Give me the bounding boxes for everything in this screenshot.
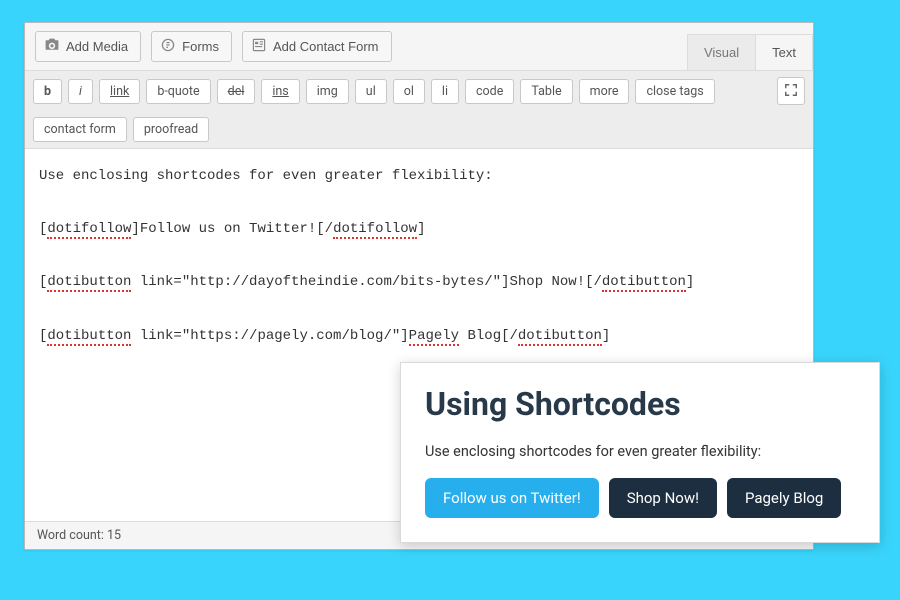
forms-icon — [160, 37, 176, 56]
qt-del-button[interactable]: del — [217, 79, 256, 104]
add-media-button[interactable]: Add Media — [35, 31, 141, 62]
qt-proofread-button[interactable]: proofread — [133, 117, 209, 142]
editor-mode-tabs: Visual Text — [687, 23, 813, 70]
shop-now-button[interactable]: Shop Now! — [609, 478, 717, 518]
qt-bquote-button[interactable]: b-quote — [146, 79, 210, 104]
add-contact-form-button[interactable]: Add Contact Form — [242, 31, 392, 62]
qt-more-button[interactable]: more — [579, 79, 630, 104]
forms-label: Forms — [182, 39, 219, 54]
follow-twitter-button[interactable]: Follow us on Twitter! — [425, 478, 599, 518]
pagely-blog-button[interactable]: Pagely Blog — [727, 478, 841, 518]
add-contact-form-label: Add Contact Form — [273, 39, 379, 54]
quicktags-toolbar: b i link b-quote del ins img ul ol li co… — [25, 71, 813, 149]
qt-close-tags-button[interactable]: close tags — [635, 79, 714, 104]
camera-music-icon — [44, 37, 60, 56]
fullscreen-icon — [784, 83, 798, 100]
qt-bold-button[interactable]: b — [33, 79, 62, 104]
editor-top-bar: Add Media Forms Add Contact Form Visual … — [25, 23, 813, 71]
tab-text[interactable]: Text — [756, 34, 813, 70]
preview-lead: Use enclosing shortcodes for even greate… — [425, 443, 855, 460]
qt-italic-button[interactable]: i — [68, 79, 93, 104]
tab-visual[interactable]: Visual — [687, 34, 756, 70]
qt-ol-button[interactable]: ol — [393, 79, 425, 104]
preview-button-row: Follow us on Twitter! Shop Now! Pagely B… — [425, 478, 855, 518]
word-count-label: Word count: — [37, 528, 107, 543]
contact-form-icon — [251, 37, 267, 56]
qt-li-button[interactable]: li — [431, 79, 459, 104]
qt-ul-button[interactable]: ul — [355, 79, 387, 104]
word-count-value: 15 — [107, 528, 121, 543]
qt-code-button[interactable]: code — [465, 79, 514, 104]
qt-link-button[interactable]: link — [99, 79, 140, 104]
qt-table-button[interactable]: Table — [520, 79, 572, 104]
qt-ins-button[interactable]: ins — [261, 79, 299, 104]
add-media-label: Add Media — [66, 39, 128, 54]
preview-title: Using Shortcodes — [425, 385, 855, 423]
forms-button[interactable]: Forms — [151, 31, 232, 62]
preview-card: Using Shortcodes Use enclosing shortcode… — [400, 362, 880, 543]
qt-contact-form-button[interactable]: contact form — [33, 117, 127, 142]
fullscreen-button[interactable] — [777, 77, 805, 105]
qt-img-button[interactable]: img — [306, 79, 349, 104]
